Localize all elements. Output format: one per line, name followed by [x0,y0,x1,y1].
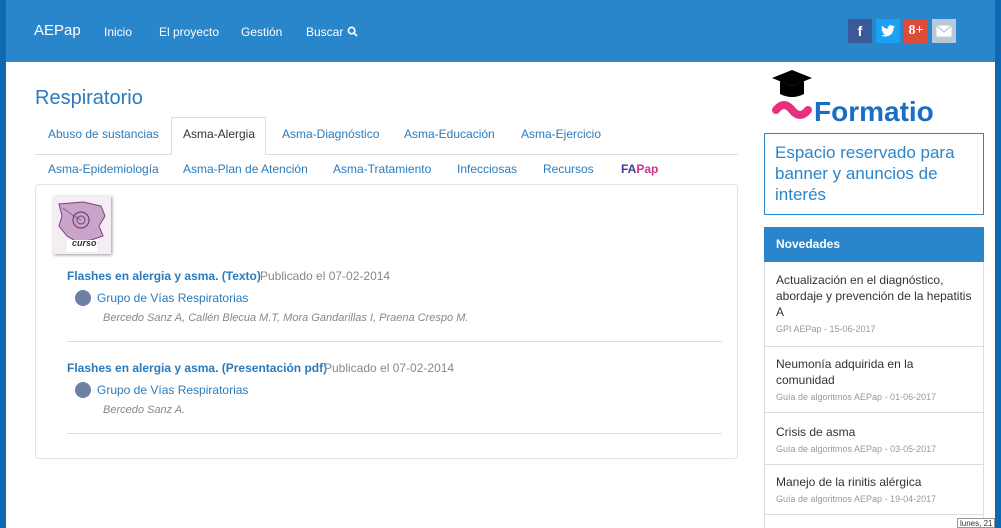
novedad-item[interactable]: Actualización en el diagnóstico, abordaj… [764,264,984,347]
thumbnail-label: curso [72,238,97,248]
novedad-title: Crisis de asma [776,425,856,439]
novedad-title: Manejo de la rinitis alérgica [776,475,922,489]
entry-date: Publicado el 07-02-2014 [260,269,391,283]
novedad-title: Actualización en el diagnóstico, abordaj… [776,273,972,319]
entry-authors: Bercedo Sanz A. [103,404,186,416]
page-title: Respiratorio [35,87,143,109]
twitter-icon[interactable] [876,19,900,43]
window-frame-right [995,0,1001,528]
tab-infecciosas[interactable]: Infecciosas [457,162,517,176]
date-tooltip: lunes, 21 [957,518,995,528]
group-avatar-icon [75,290,91,306]
curso-thumbnail[interactable]: curso [53,196,111,254]
search-icon [347,26,358,37]
nav-inicio[interactable]: Inicio [104,25,132,39]
tab-asma-diagnostico[interactable]: Asma-Diagnóstico [282,127,379,141]
banner-placeholder: Espacio reservado para banner y anuncios… [764,133,984,215]
fapap-fa: FA [621,162,637,176]
fapap-pap: Pap [636,162,659,176]
tab-abuso-de-sustancias[interactable]: Abuso de sustancias [48,127,159,141]
tab-asma-epidemiologia[interactable]: Asma-Epidemiología [48,162,159,176]
nav-gestion[interactable]: Gestión [241,25,282,39]
novedad-meta: Guía de algoritmos AEPap - 03-05-2017 [776,444,937,454]
novedad-title: Neumonía adquirida en la comunidad [776,357,914,387]
novedades-header: Novedades [764,227,984,262]
tab-fapap[interactable]: FAPap [621,162,658,176]
entry-separator [67,341,722,342]
top-navbar: AEPap Inicio El proyecto Gestión Buscar … [6,0,995,62]
tab-asma-educacion[interactable]: Asma-Educación [404,127,495,141]
nav-buscar-label: Buscar [306,25,344,39]
tab-divider [266,154,738,155]
tab-asma-ejercicio[interactable]: Asma-Ejercicio [521,127,601,141]
group-avatar-icon [75,382,91,398]
twitter-bird-icon [881,25,895,37]
novedad-meta: Guía de algoritmos AEPap - 01-06-2017 [776,392,937,402]
facebook-icon[interactable]: f [848,19,872,43]
novedad-item[interactable]: Crisis de asma Guía de algoritmos AEPap … [764,413,984,465]
mail-icon[interactable] [932,19,956,43]
nav-el-proyecto[interactable]: El proyecto [159,25,219,39]
novedad-item[interactable]: Neumonía adquirida en la comunidad Guía … [764,347,984,413]
nav-buscar[interactable]: Buscar [306,25,358,39]
group-link[interactable]: Grupo de Vías Respiratorias [97,291,248,305]
novedad-item[interactable]: Manejo de la rinitis alérgica Guía de al… [764,465,984,515]
tab-recursos[interactable]: Recursos [543,162,594,176]
group-link[interactable]: Grupo de Vías Respiratorias [97,383,248,397]
tab-asma-tratamiento[interactable]: Asma-Tratamiento [333,162,431,176]
tab-asma-alergia[interactable]: Asma-Alergia [183,127,255,141]
entry-separator [67,433,722,434]
novedad-meta: GPI AEPap - 15-06-2017 [776,324,876,334]
formatio-wordmark: Formatio [814,96,934,127]
entry-title[interactable]: Flashes en alergia y asma. (Texto) [67,269,261,283]
googleplus-glyph: 8+ [908,23,924,38]
tab-divider [35,154,171,155]
envelope-icon [936,25,952,37]
tab-asma-plan-de-atencion[interactable]: Asma-Plan de Atención [183,162,308,176]
window-frame-left [0,0,6,528]
entry-date: Publicado el 07-02-2014 [324,361,455,375]
brand-link[interactable]: AEPap [34,22,81,39]
novedad-meta: Guía de algoritmos AEPap - 19-04-2017 [776,494,937,504]
entry-authors: Bercedo Sanz A, Callén Blecua M.T, Mora … [103,312,469,324]
entry-title[interactable]: Flashes en alergia y asma. (Presentación… [67,361,327,375]
googleplus-icon[interactable]: 8+ [904,19,928,43]
facebook-glyph: f [857,23,863,39]
graduation-cap-icon [772,70,812,119]
